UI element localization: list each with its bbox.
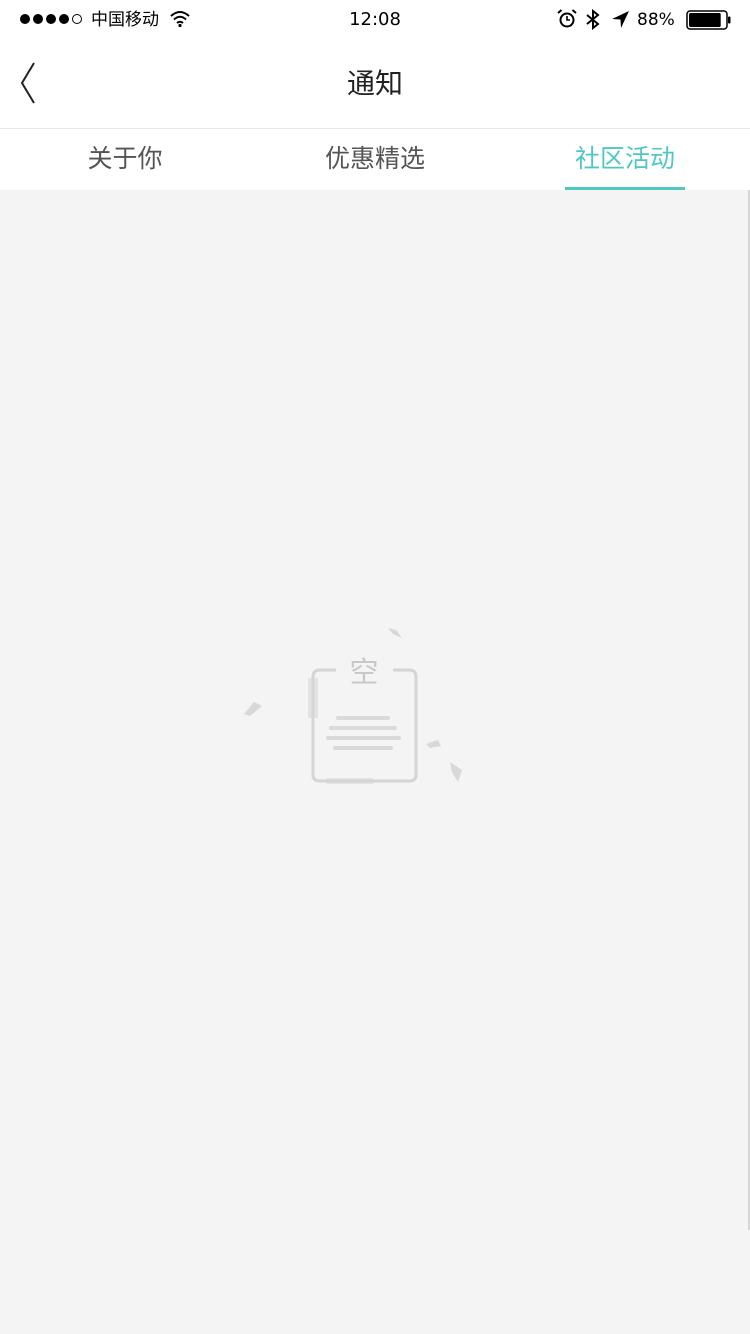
alarm-icon xyxy=(557,9,577,28)
page-title: 通知 xyxy=(346,67,403,100)
battery-fill xyxy=(689,13,721,27)
tab-label: 社区活动 xyxy=(574,144,675,173)
tab-about-you[interactable]: 关于你 xyxy=(0,129,250,190)
battery-percent: 88% xyxy=(637,10,675,30)
tab-deals[interactable]: 优惠精选 xyxy=(250,129,500,190)
bluetooth-icon xyxy=(586,9,600,30)
status-bar: 中国移动 12:08 88% xyxy=(0,0,750,40)
tab-community-events[interactable]: 社区活动 xyxy=(500,129,750,190)
empty-state-label: 空 xyxy=(349,655,379,689)
tab-label: 关于你 xyxy=(87,144,163,173)
tab-bar: 关于你 优惠精选 社区活动 xyxy=(0,129,750,190)
battery-icon xyxy=(686,10,731,30)
empty-document-icon xyxy=(244,628,462,784)
navigation-bar: 通知 xyxy=(0,40,750,128)
tab-label: 优惠精选 xyxy=(324,144,425,173)
location-icon xyxy=(612,11,629,28)
